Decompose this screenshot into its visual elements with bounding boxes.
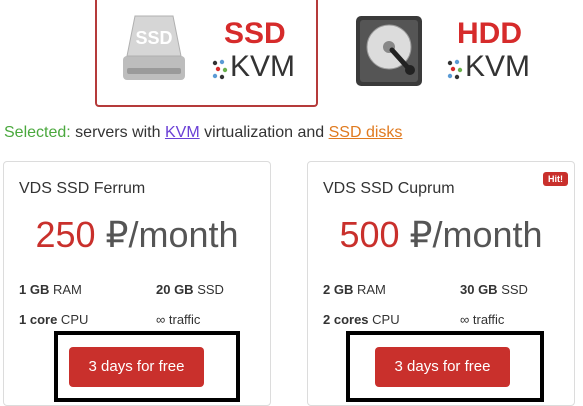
ssd-drive-icon: SSD xyxy=(123,15,185,80)
price-amount: 250 xyxy=(35,214,96,255)
ssd-virt-label: KVM xyxy=(230,50,296,83)
kvm-logo-icon xyxy=(212,59,228,80)
spec-disk: 20 GB SSD xyxy=(156,282,224,297)
spec-traffic: ∞ traffic xyxy=(156,312,201,327)
spec-cpu: 2 cores CPU xyxy=(323,312,400,327)
svg-text:SSD: SSD xyxy=(135,28,172,48)
hdd-drive-icon xyxy=(356,16,422,86)
ssd-type-label: SSD xyxy=(224,17,286,50)
kvm-link[interactable]: KVM xyxy=(165,124,200,141)
spec-disk: 30 GB SSD xyxy=(460,282,528,297)
plan-title: VDS SSD Ferrum xyxy=(19,180,146,197)
free-trial-button-cuprum[interactable]: 3 days for free xyxy=(375,347,510,387)
hit-badge: Hit! xyxy=(543,172,568,186)
price-unit: ₽/month xyxy=(399,214,543,255)
selected-label: Selected: xyxy=(4,124,71,141)
hdd-kvm-selector[interactable]: HDD KVM xyxy=(332,0,550,107)
spec-ram: 2 GB RAM xyxy=(323,282,386,297)
plan-title: VDS SSD Cuprum xyxy=(323,180,455,197)
hdd-virt-label: KVM xyxy=(465,50,531,83)
ssd-kvm-selector[interactable]: SSD SSD KVM xyxy=(95,0,318,107)
free-trial-button-ferrum[interactable]: 3 days for free xyxy=(69,347,204,387)
selection-summary: Selected: servers with KVM virtualizatio… xyxy=(4,124,402,142)
spec-cpu: 1 core CPU xyxy=(19,312,89,327)
summary-text-2: virtualization and xyxy=(199,124,329,141)
ssd-disks-link[interactable]: SSD disks xyxy=(329,124,403,141)
hdd-type-label: HDD xyxy=(457,17,522,50)
summary-text-1: servers with xyxy=(70,124,165,141)
price-unit: ₽/month xyxy=(95,214,239,255)
kvm-logo-icon xyxy=(447,59,463,80)
price-amount: 500 xyxy=(339,214,400,255)
plan-price: 500 ₽/month xyxy=(308,214,574,256)
plan-price: 250 ₽/month xyxy=(4,214,270,256)
spec-ram: 1 GB RAM xyxy=(19,282,82,297)
spec-traffic: ∞ traffic xyxy=(460,312,505,327)
